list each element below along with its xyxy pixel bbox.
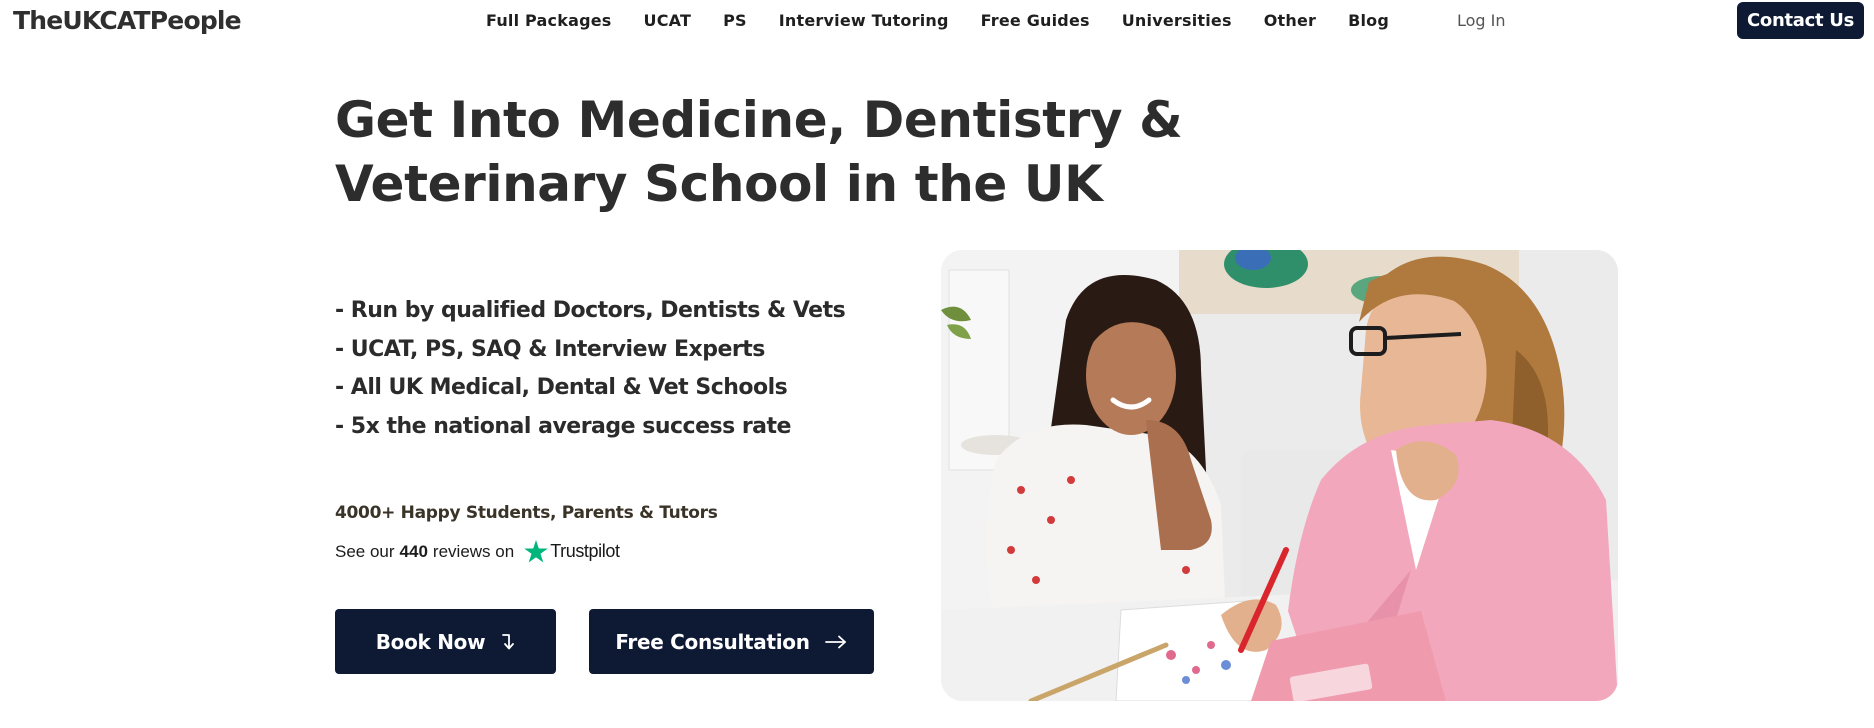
nav-links: Full Packages UCAT PS Interview Tutoring… [486,11,1389,30]
hero-photo [941,250,1618,701]
site-logo[interactable]: TheUKCATPeople [13,6,242,35]
nav-link-other[interactable]: Other [1264,11,1316,30]
arrow-down-hook-icon [499,632,515,652]
reviews-prefix: See our [335,541,395,561]
trustpilot-star-icon [524,540,548,563]
contact-us-button[interactable]: Contact Us [1737,2,1864,39]
reviews-count: 440 [399,541,428,561]
reviews-suffix: reviews on [432,541,515,561]
social-proof-text: 4000+ Happy Students, Parents & Tutors [335,503,718,523]
hero-bullet: - All UK Medical, Dental & Vet Schools [335,375,788,400]
hero-bullet: - Run by qualified Doctors, Dentists & V… [335,298,846,323]
nav-link-blog[interactable]: Blog [1348,11,1389,30]
hero-bullet-list: - Run by qualified Doctors, Dentists & V… [335,292,895,446]
book-now-label: Book Now [375,629,486,654]
trustpilot-reviews-link[interactable]: See our 440 reviews on Trustpilot [335,540,620,563]
arrow-right-icon [824,634,848,650]
page: TheUKCATPeople Full Packages UCAT PS Int… [0,0,1874,728]
trustpilot-wordmark: Trustpilot [550,541,620,561]
hero-title: Get Into Medicine, Dentistry & Veterinar… [335,91,1183,213]
nav-link-ps[interactable]: PS [723,11,747,30]
nav-link-universities[interactable]: Universities [1122,11,1232,30]
nav-link-free-guides[interactable]: Free Guides [981,11,1090,30]
nav-link-interview-tutoring[interactable]: Interview Tutoring [779,11,949,30]
free-consultation-button[interactable]: Free Consultation [589,609,874,674]
hero-bullet: - UCAT, PS, SAQ & Interview Experts [335,336,765,362]
book-now-button[interactable]: Book Now [335,609,556,674]
nav-link-full-packages[interactable]: Full Packages [486,11,612,30]
nav-link-ucat[interactable]: UCAT [644,11,692,30]
hero-bullet: - 5x the national average success rate [335,413,791,439]
login-link[interactable]: Log In [1457,11,1506,30]
free-consultation-label: Free Consultation [615,629,810,654]
top-nav: TheUKCATPeople Full Packages UCAT PS Int… [0,0,1874,44]
